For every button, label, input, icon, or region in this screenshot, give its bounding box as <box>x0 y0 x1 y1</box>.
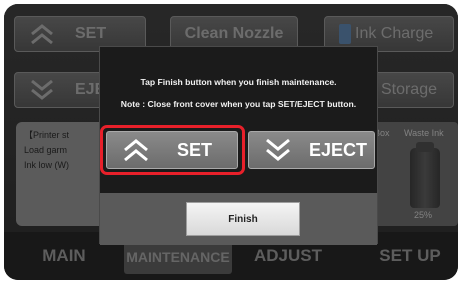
maintenance-dialog: Tap Finish button when you finish mainte… <box>99 46 378 245</box>
set-button-highlight <box>100 125 245 175</box>
eject-button[interactable]: EJECT <box>248 131 375 169</box>
dialog-message: Tap Finish button when you finish mainte… <box>140 77 337 87</box>
dialog-note: Note : Close front cover when you tap SE… <box>120 99 357 109</box>
eject-button-label: EJECT <box>309 139 368 160</box>
finish-button[interactable]: Finish <box>186 202 300 236</box>
printer-panel: SET EJE Clean Nozzle Ink Charge ng Stora… <box>4 4 458 280</box>
double-chevron-down-icon <box>266 138 290 161</box>
